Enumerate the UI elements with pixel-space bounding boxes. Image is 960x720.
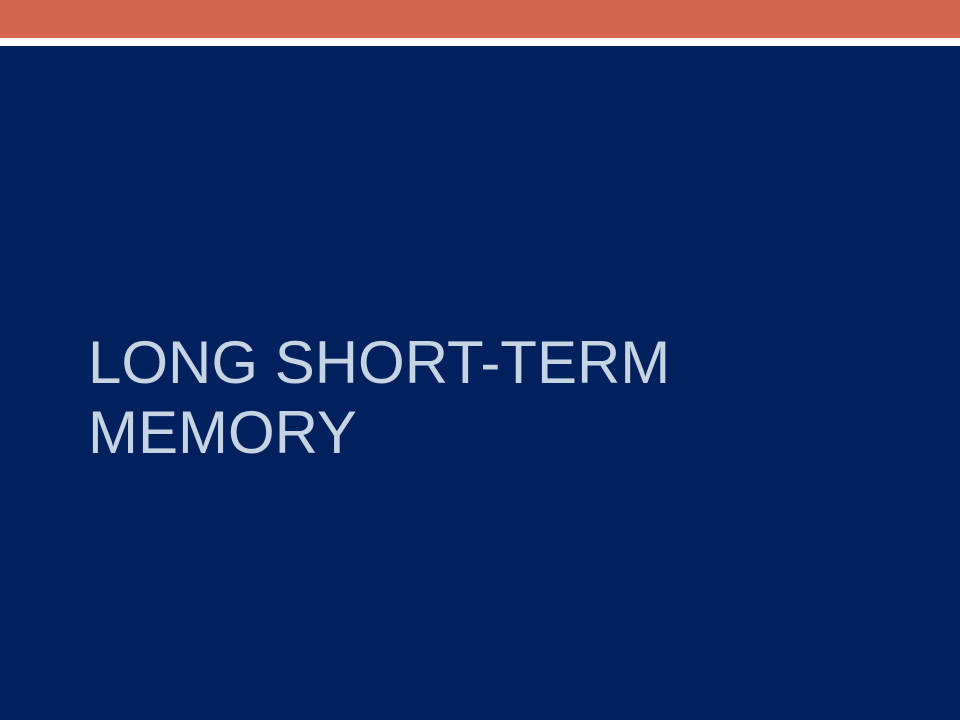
slide-title-line-1: LONG SHORT-TERM [88,329,671,396]
top-accent-bar [0,0,960,38]
slide-title: LONG SHORT-TERM MEMORY [88,328,888,468]
presentation-slide: LONG SHORT-TERM MEMORY [0,0,960,720]
slide-title-line-2: MEMORY [88,399,357,466]
